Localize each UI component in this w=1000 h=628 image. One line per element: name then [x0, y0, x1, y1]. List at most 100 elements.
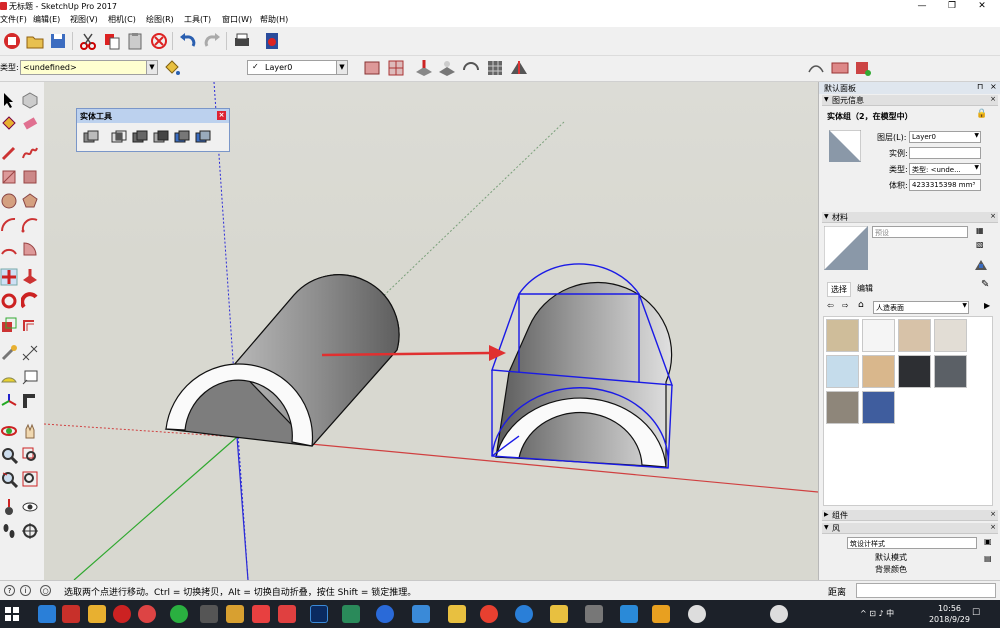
solid-tools-header[interactable]: 实体工具 ×	[77, 109, 229, 123]
solid-tools-toolbar[interactable]: 实体工具 ×	[76, 108, 230, 152]
taskbar-app-icon[interactable]	[252, 605, 270, 623]
dimension-icon[interactable]	[21, 344, 39, 362]
cut-icon[interactable]	[78, 31, 98, 51]
circle-icon[interactable]	[0, 192, 18, 210]
layer-dropdown[interactable]: ✓ Layer0 ▼	[247, 60, 348, 75]
close-section-icon[interactable]: ×	[990, 212, 996, 220]
two-point-arc-icon[interactable]	[21, 216, 39, 234]
menu-camera[interactable]: 相机(C)	[108, 14, 136, 25]
taskbar-app-icon[interactable]	[585, 605, 603, 623]
material-name-input[interactable]: 预设	[872, 226, 968, 238]
erase-delete-icon[interactable]	[149, 31, 169, 51]
entity-info-header[interactable]: ▼ 图元信息 ×	[822, 95, 998, 106]
taskbar-app-icon[interactable]	[448, 605, 466, 623]
chevron-down-icon[interactable]: ▼	[974, 132, 979, 139]
chevron-down-icon[interactable]: ▼	[146, 61, 157, 74]
intersect-icon[interactable]	[110, 128, 128, 146]
menu-tools[interactable]: 工具(T)	[184, 14, 211, 25]
taskbar-app-icon[interactable]	[515, 605, 533, 623]
3d-text-icon[interactable]	[21, 392, 39, 410]
menu-view[interactable]: 视图(V)	[70, 14, 98, 25]
sandbox-flip-edge-icon[interactable]	[509, 58, 529, 78]
menu-edit[interactable]: 编辑(E)	[33, 14, 60, 25]
union-icon[interactable]	[131, 128, 149, 146]
entity-type-dropdown[interactable]: 类型: <unde... ▼	[909, 163, 981, 175]
styles-header[interactable]: ▼ 风 ×	[822, 523, 998, 534]
rotated-rectangle-icon[interactable]	[21, 168, 39, 186]
back-arrow-icon[interactable]: ⇦	[827, 301, 834, 310]
sample-paint-icon[interactable]	[973, 256, 989, 272]
eyedropper-icon[interactable]: ✎	[981, 279, 989, 290]
material-swatch[interactable]	[862, 391, 895, 424]
style-name-input[interactable]: 筑设计样式	[847, 537, 977, 549]
tab-select[interactable]: 选择	[827, 282, 851, 297]
chevron-down-icon[interactable]: ▼	[962, 302, 967, 309]
material-library-dropdown[interactable]: 人造表面 ▼	[873, 301, 969, 314]
undo-icon[interactable]	[178, 31, 198, 51]
taskbar-app-icon[interactable]	[170, 605, 188, 623]
lock-icon[interactable]: 🔒	[976, 109, 987, 119]
taskbar-app-icon[interactable]	[113, 605, 131, 623]
orbit-icon[interactable]	[0, 422, 18, 440]
forward-arrow-icon[interactable]: ⇨	[842, 301, 849, 310]
sandbox-stamp-icon[interactable]	[414, 58, 434, 78]
tab-edit[interactable]: 编辑	[857, 283, 873, 294]
zoom-icon[interactable]	[0, 446, 18, 464]
tray-pin-icon[interactable]: ⊓	[977, 82, 983, 91]
menu-draw[interactable]: 绘图(R)	[146, 14, 174, 25]
save-icon[interactable]	[48, 31, 68, 51]
walk-footprints-icon[interactable]	[0, 522, 18, 540]
polygon-icon[interactable]	[21, 192, 39, 210]
tray-close-button[interactable]: ×	[990, 82, 997, 91]
menu-window[interactable]: 窗口(W)	[222, 14, 252, 25]
sandbox-smoove-icon[interactable]	[461, 58, 481, 78]
taskbar-app-icon[interactable]	[770, 605, 788, 623]
create-style-icon[interactable]: ▤	[984, 554, 992, 563]
sandbox-from-contours-icon[interactable]	[806, 58, 826, 78]
materials-header[interactable]: ▼ 材料 ×	[822, 212, 998, 223]
taskbar-app-icon[interactable]	[226, 605, 244, 623]
move-icon[interactable]	[0, 268, 18, 286]
material-swatch[interactable]	[934, 319, 967, 352]
sandbox-grid-icon[interactable]	[485, 58, 505, 78]
windows-start-icon[interactable]	[5, 607, 19, 621]
rotate-icon[interactable]	[0, 292, 18, 310]
line-pencil-icon[interactable]	[0, 144, 18, 162]
protractor-icon[interactable]	[0, 368, 18, 386]
display-secondary-icon[interactable]: ▧	[976, 240, 984, 249]
arc-icon[interactable]	[0, 216, 18, 234]
paint-bucket-icon[interactable]	[0, 114, 18, 132]
material-swatch[interactable]	[862, 319, 895, 352]
geo-location-icon[interactable]: ?	[4, 585, 15, 596]
new-model-icon[interactable]	[2, 31, 22, 51]
modeling-viewport[interactable]	[44, 82, 818, 580]
material-swatch[interactable]	[862, 355, 895, 388]
freehand-icon[interactable]	[21, 144, 39, 162]
taskbar-file-explorer-icon[interactable]	[550, 605, 568, 623]
section-plane-icon[interactable]	[386, 58, 406, 78]
taskbar-app-icon[interactable]	[38, 605, 56, 623]
measurements-input[interactable]	[856, 583, 996, 598]
details-arrow-icon[interactable]: ▶	[984, 301, 990, 310]
sandbox-drape-icon[interactable]	[437, 58, 457, 78]
material-swatch[interactable]	[826, 355, 859, 388]
subtract-icon[interactable]	[152, 128, 170, 146]
push-pull-icon[interactable]	[21, 268, 39, 286]
taskbar-app-icon[interactable]	[412, 605, 430, 623]
entity-material-swatch[interactable]	[829, 130, 861, 162]
user-icon[interactable]: ○	[40, 585, 51, 596]
chevron-down-icon[interactable]: ▼	[336, 61, 347, 74]
create-material-icon[interactable]: ▦	[976, 226, 984, 235]
chevron-down-icon[interactable]: ▼	[974, 164, 979, 171]
maximize-button[interactable]: ❐	[938, 0, 966, 13]
taskbar-sketchup-icon[interactable]	[278, 605, 296, 623]
text-tool-icon[interactable]	[21, 368, 39, 386]
menu-help[interactable]: 帮助(H)	[260, 14, 288, 25]
close-section-icon[interactable]: ×	[990, 510, 996, 518]
zoom-extents-icon[interactable]	[21, 470, 39, 488]
solid-tools-close-button[interactable]: ×	[217, 111, 226, 120]
position-camera-icon[interactable]	[0, 498, 18, 516]
taskbar-app-icon[interactable]	[688, 605, 706, 623]
section-plane-tool-icon[interactable]	[21, 522, 39, 540]
paste-icon[interactable]	[125, 31, 145, 51]
